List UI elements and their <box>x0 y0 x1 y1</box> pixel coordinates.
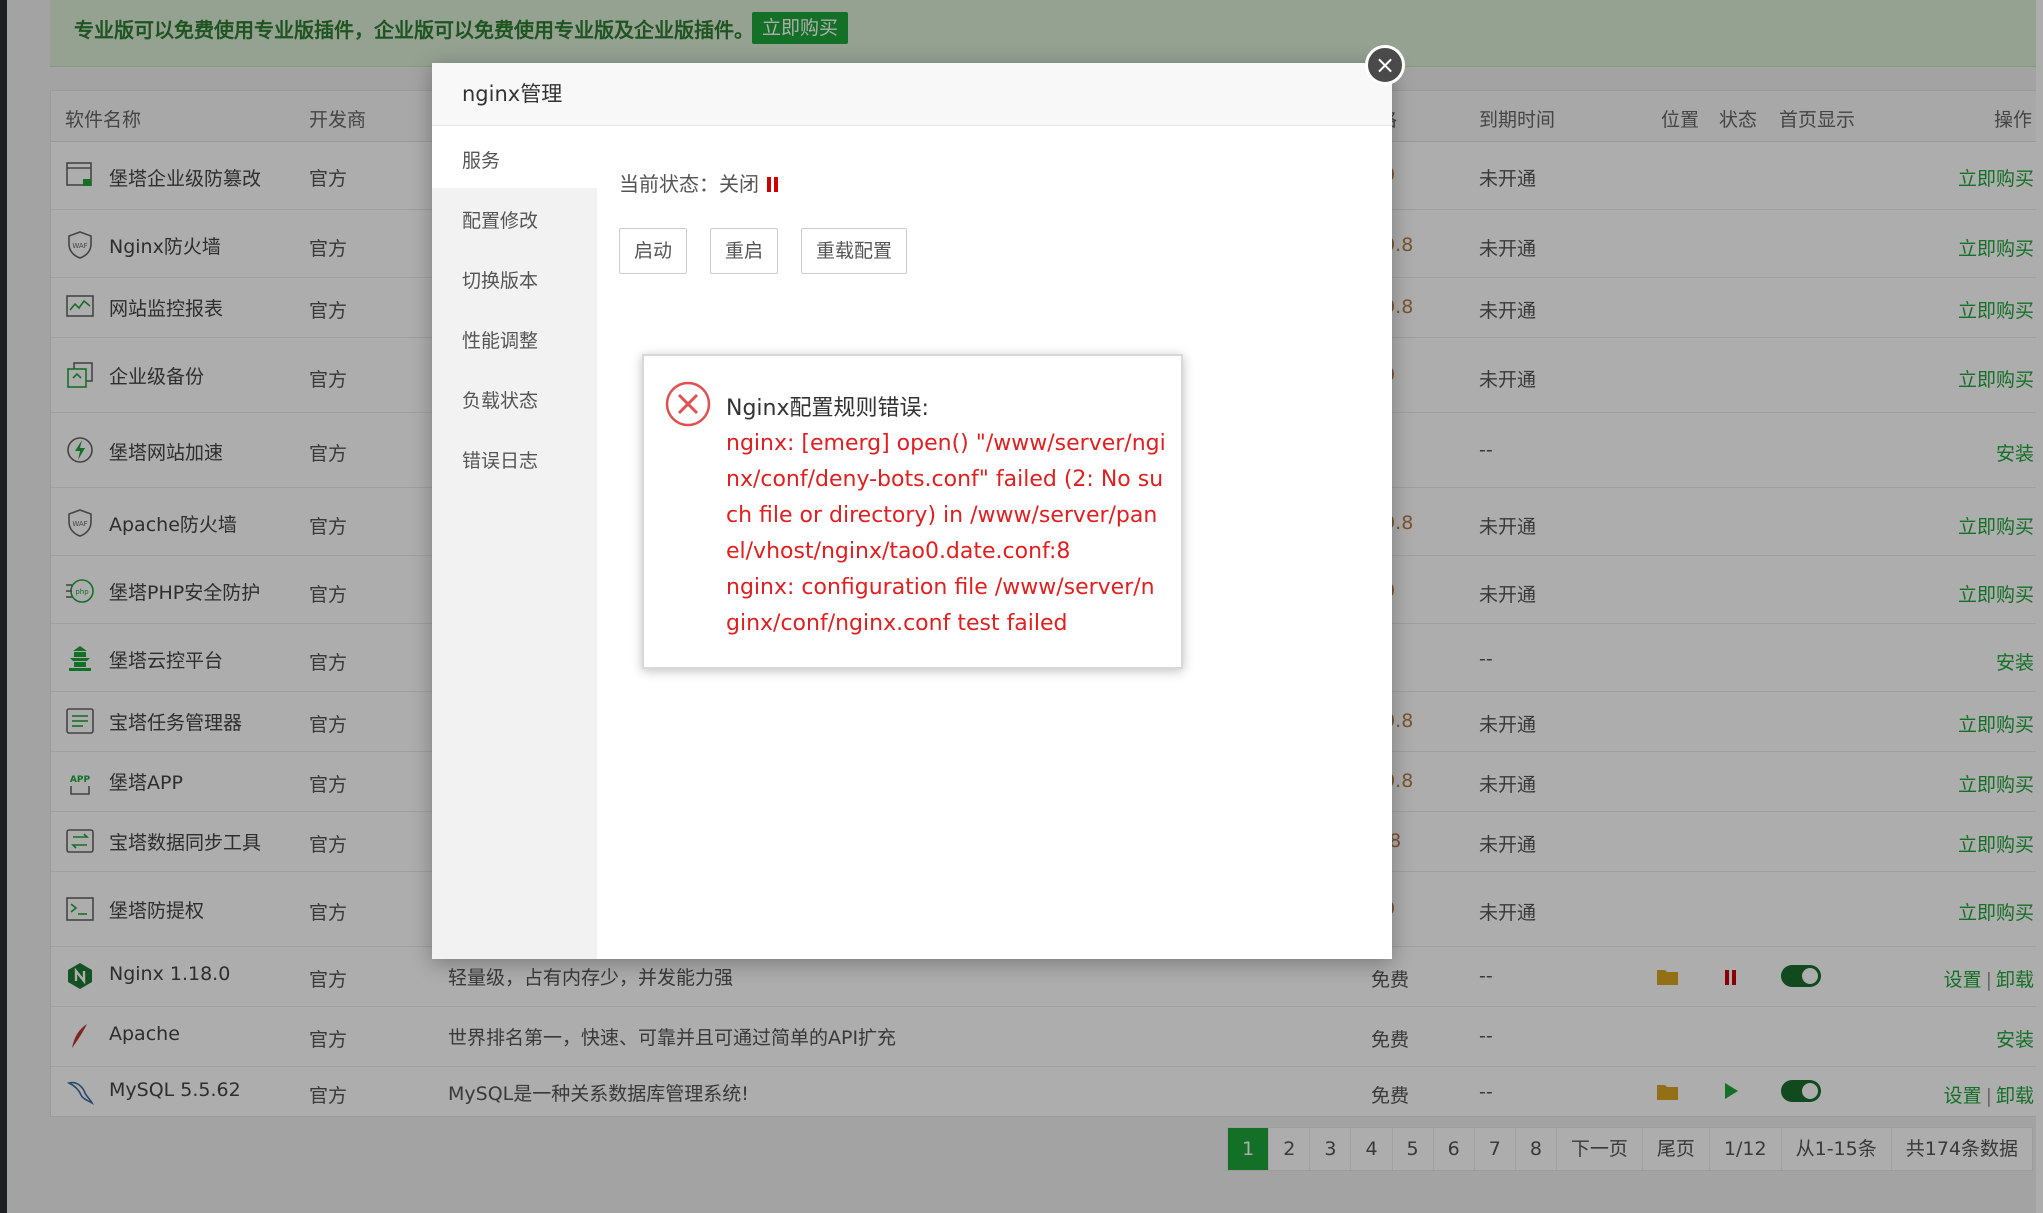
stopped-icon <box>765 172 779 196</box>
sidebar-item-service[interactable]: 服务 <box>462 146 500 173</box>
restart-button[interactable]: 重启 <box>710 228 779 274</box>
status-text: 当前状态：关闭 <box>619 172 759 196</box>
error-icon <box>665 381 711 427</box>
start-button[interactable]: 启动 <box>619 228 688 274</box>
close-icon[interactable]: × <box>1365 45 1405 85</box>
modal-title: nginx管理 <box>462 82 563 106</box>
modal-sidebar: 服务 配置修改 切换版本 性能调整 负载状态 错误日志 <box>432 126 597 959</box>
sidebar-item-error-log[interactable]: 错误日志 <box>462 446 538 473</box>
modal-title-bar: nginx管理 <box>432 63 1392 126</box>
error-line-2: nginx: configuration file /www/server/ng… <box>726 575 1155 636</box>
error-dialog: Nginx配置规则错误: nginx: [emerg] open() "/www… <box>642 354 1183 669</box>
sidebar-item-performance[interactable]: 性能调整 <box>462 326 538 353</box>
service-status: 当前状态：关闭 <box>619 168 779 197</box>
sidebar-item-load-status[interactable]: 负载状态 <box>462 386 538 413</box>
sidebar-active-bg <box>432 126 597 188</box>
error-line-1: nginx: [emerg] open() "/www/server/nginx… <box>726 431 1166 564</box>
reload-config-button[interactable]: 重载配置 <box>801 228 908 274</box>
sidebar-item-config[interactable]: 配置修改 <box>462 206 538 233</box>
error-heading: Nginx配置规则错误: <box>726 396 929 421</box>
error-message: nginx: [emerg] open() "/www/server/nginx… <box>726 426 1166 642</box>
sidebar-item-switch-version[interactable]: 切换版本 <box>462 266 538 293</box>
